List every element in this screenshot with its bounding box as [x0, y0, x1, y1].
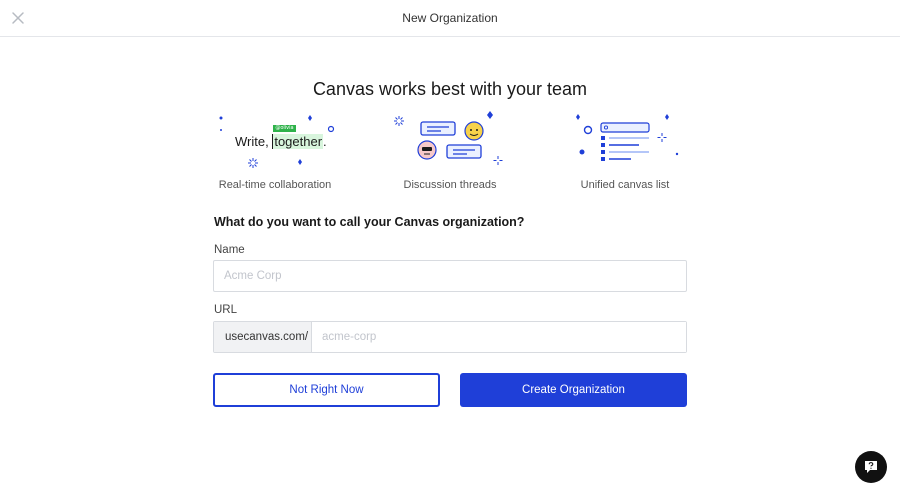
url-label: URL: [214, 304, 238, 316]
write-together-text: Write, @olivia together.: [235, 125, 327, 149]
feature-collaboration: Write, @olivia together. Real-time collab…: [175, 108, 375, 198]
create-organization-button[interactable]: Create Organization: [460, 373, 687, 407]
not-right-now-button[interactable]: Not Right Now: [213, 373, 440, 407]
url-field-group: usecanvas.com/: [213, 321, 687, 353]
url-input[interactable]: [312, 322, 686, 352]
canvas-list-illustration: [576, 114, 679, 161]
headline: Canvas works best with your team: [312, 79, 588, 99]
feature-label-collaboration: Real-time collaboration: [218, 179, 332, 191]
feature-canvas-list: Unified canvas list: [525, 108, 725, 198]
help-chat-button[interactable]: [855, 451, 887, 483]
collaborator-tag: @olivia: [273, 125, 296, 132]
feature-label-threads: Discussion threads: [403, 179, 497, 191]
together-highlight: @olivia together: [272, 125, 324, 149]
feature-threads: Discussion threads: [350, 108, 550, 198]
top-bar: New Organization: [0, 0, 900, 37]
name-label: Name: [214, 244, 245, 256]
chat-help-icon: [865, 461, 877, 473]
write-word: Write,: [235, 134, 269, 149]
feature-label-canvas-list: Unified canvas list: [580, 179, 670, 191]
url-prefix: usecanvas.com/: [214, 322, 312, 352]
threads-illustration: [394, 111, 503, 165]
name-input[interactable]: [213, 260, 687, 292]
page-title: New Organization: [402, 11, 498, 25]
org-name-question: What do you want to call your Canvas org…: [214, 215, 525, 229]
